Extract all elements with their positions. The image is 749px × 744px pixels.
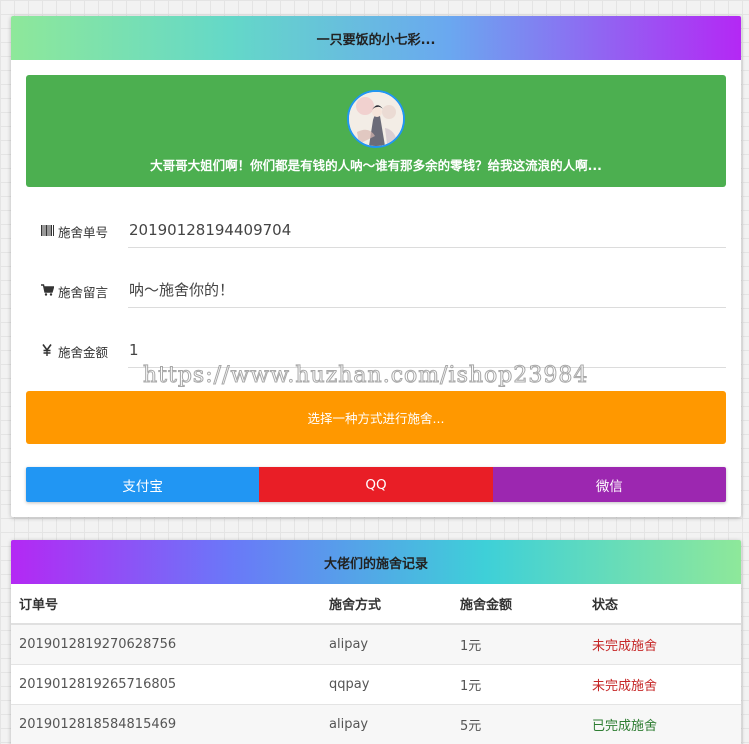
column-header-status: 状态 — [584, 584, 741, 625]
amount-cell: 1元 — [452, 663, 584, 704]
choose-method-button[interactable]: 选择一种方式进行施舍... — [26, 391, 726, 444]
avatar-image — [349, 92, 403, 146]
table-header-row: 订单号 施舍方式 施舍金额 状态 — [11, 584, 741, 625]
alipay-button[interactable]: 支付宝 — [26, 467, 260, 502]
amount-label-text: 施舍金额 — [58, 345, 109, 360]
method-cell: alipay — [321, 703, 452, 744]
column-header-order: 订单号 — [11, 584, 321, 625]
table-row: 2019012818584815469 alipay 5元 已完成施舍 — [11, 703, 741, 744]
column-header-amount: 施舍金额 — [452, 584, 584, 625]
records-card: 大佬们的施舍记录 订单号 施舍方式 施舍金额 状态 20190128192706… — [11, 540, 741, 744]
message-label-text: 施舍留言 — [58, 285, 109, 300]
order-number-label-text: 施舍单号 — [58, 225, 109, 240]
amount-cell: 5元 — [452, 703, 584, 744]
payment-method-group: 支付宝 QQ 微信 — [26, 467, 726, 502]
order-cell: 2019012818584815469 — [11, 703, 321, 744]
order-number-label: 施舍单号 — [40, 222, 108, 241]
amount-input[interactable] — [128, 328, 726, 368]
records-table: 订单号 施舍方式 施舍金额 状态 2019012819270628756 ali… — [11, 584, 741, 744]
column-header-method: 施舍方式 — [321, 584, 452, 625]
order-cell: 2019012819265716805 — [11, 663, 321, 704]
amount-cell: 1元 — [452, 623, 584, 664]
order-cell: 2019012819270628756 — [11, 623, 321, 664]
donate-card: 一只要饭的小七彩... 大哥哥大姐们啊！你们都是有钱的人呐～谁有那多余的零钱？给… — [11, 16, 741, 517]
method-cell: alipay — [321, 623, 452, 664]
banner-text: 大哥哥大姐们啊！你们都是有钱的人呐～谁有那多余的零钱？给我这流浪的人啊... — [150, 158, 602, 173]
status-cell: 未完成施舍 — [584, 663, 741, 704]
banner: 大哥哥大姐们啊！你们都是有钱的人呐～谁有那多余的零钱？给我这流浪的人啊... — [26, 75, 726, 187]
barcode-icon — [40, 224, 54, 239]
order-number-input[interactable] — [128, 208, 726, 248]
avatar — [347, 90, 405, 148]
table-row: 2019012819265716805 qqpay 1元 未完成施舍 — [11, 663, 741, 704]
message-input[interactable] — [128, 268, 726, 308]
cart-icon — [40, 284, 54, 299]
status-cell: 已完成施舍 — [584, 703, 741, 744]
yen-icon — [40, 344, 54, 359]
qq-pay-button[interactable]: QQ — [259, 467, 493, 502]
message-label: 施舍留言 — [40, 282, 108, 301]
message-row: 施舍留言 — [26, 268, 726, 312]
wechat-pay-button[interactable]: 微信 — [492, 467, 726, 502]
amount-label: 施舍金额 — [40, 342, 108, 361]
amount-row: 施舍金额 — [26, 328, 726, 372]
status-cell: 未完成施舍 — [584, 623, 741, 664]
table-row: 2019012819270628756 alipay 1元 未完成施舍 — [11, 623, 741, 664]
records-card-title: 大佬们的施舍记录 — [11, 540, 741, 584]
method-cell: qqpay — [321, 663, 452, 704]
order-number-row: 施舍单号 — [26, 208, 726, 252]
donate-card-title: 一只要饭的小七彩... — [11, 16, 741, 60]
